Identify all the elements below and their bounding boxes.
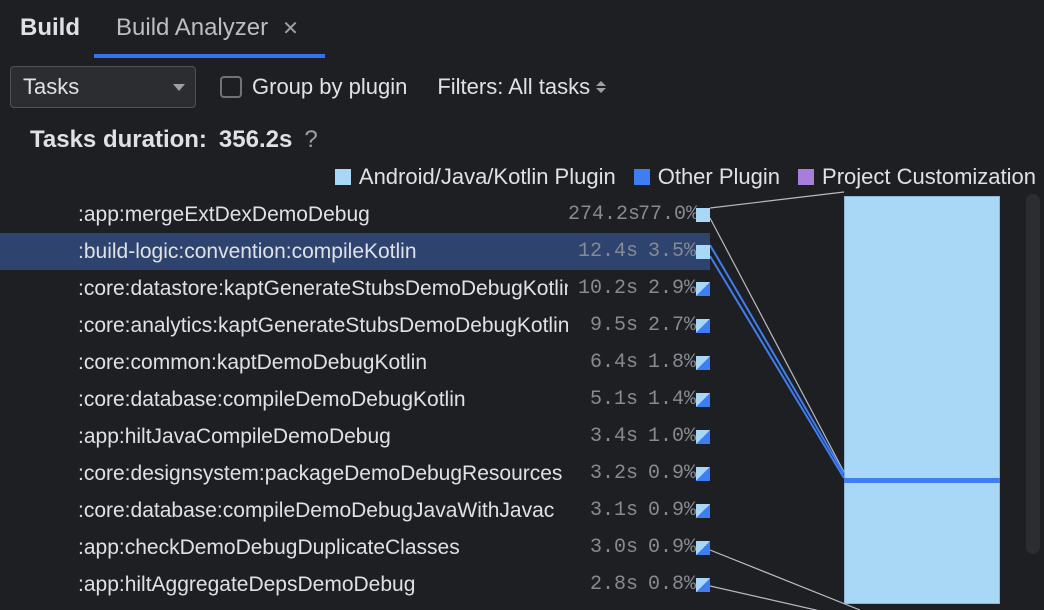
chart-bar-main xyxy=(844,196,1000,604)
task-time: 5.1s xyxy=(568,388,638,411)
task-row[interactable]: :core:designsystem:packageDemoDebugResou… xyxy=(0,455,710,492)
task-category-icon xyxy=(696,393,710,407)
filters-label: Filters: All tasks xyxy=(437,74,590,100)
task-row[interactable]: :build-logic:convention:compileKotlin12.… xyxy=(0,233,710,270)
task-time: 3.1s xyxy=(568,499,638,522)
swatch-icon xyxy=(798,169,814,185)
task-time: 10.2s xyxy=(568,277,638,300)
task-name: :core:analytics:kaptGenerateStubsDemoDeb… xyxy=(78,314,568,338)
legend: Android/Java/Kotlin Plugin Other Plugin … xyxy=(0,162,1044,196)
task-name: :core:designsystem:packageDemoDebugResou… xyxy=(78,462,568,486)
tasks-select-value: Tasks xyxy=(23,74,79,100)
tab-build-analyzer-label: Build Analyzer xyxy=(116,14,268,42)
tasks-duration-value: 356.2s xyxy=(219,126,292,154)
legend-other: Other Plugin xyxy=(634,164,780,190)
task-name: :app:checkDemoDebugDuplicateClasses xyxy=(78,536,568,560)
swatch-icon xyxy=(335,169,351,185)
tasks-duration-label: Tasks duration: xyxy=(30,126,207,154)
task-list[interactable]: :app:mergeExtDexDemoDebug274.2s77.0%:bui… xyxy=(0,196,710,607)
task-percent: 0.9% xyxy=(638,499,696,522)
task-row[interactable]: :app:hiltAggregateDepsDemoDebug2.8s0.8% xyxy=(0,566,710,603)
help-icon[interactable]: ? xyxy=(304,126,317,154)
task-category-icon xyxy=(696,356,710,370)
task-name: :app:hiltAggregateDepsDemoDebug xyxy=(78,573,568,597)
legend-project: Project Customization xyxy=(798,164,1036,190)
task-row[interactable]: :app:hiltJavaCompileDemoDebug3.4s1.0% xyxy=(0,418,710,455)
group-by-plugin-checkbox[interactable]: Group by plugin xyxy=(220,74,407,100)
task-percent: 1.0% xyxy=(638,425,696,448)
task-time: 3.0s xyxy=(568,536,638,559)
swatch-icon xyxy=(634,169,650,185)
task-category-icon xyxy=(696,541,710,555)
task-time: 9.5s xyxy=(568,314,638,337)
tab-build[interactable]: Build xyxy=(16,2,84,54)
task-category-icon xyxy=(696,504,710,518)
task-percent: 0.8% xyxy=(638,573,696,596)
task-name: :core:database:compileDemoDebugJavaWithJ… xyxy=(78,499,568,523)
task-time: 6.4s xyxy=(568,351,638,374)
task-name: :app:hiltJavaCompileDemoDebug xyxy=(78,425,568,449)
chart-area xyxy=(710,196,1044,607)
close-icon[interactable]: ✕ xyxy=(282,16,299,41)
task-name: :core:common:kaptDemoDebugKotlin xyxy=(78,351,568,375)
task-time: 12.4s xyxy=(568,240,638,263)
task-category-icon xyxy=(696,208,710,222)
task-category-icon xyxy=(696,319,710,333)
checkbox-icon xyxy=(220,76,242,98)
task-time: 274.2s xyxy=(568,203,638,226)
task-category-icon xyxy=(696,578,710,592)
task-percent: 3.5% xyxy=(638,240,696,263)
task-time: 3.2s xyxy=(568,462,638,485)
task-row[interactable]: :core:database:compileDemoDebugKotlin5.1… xyxy=(0,381,710,418)
task-percent: 2.7% xyxy=(638,314,696,337)
task-category-icon xyxy=(696,430,710,444)
task-name: :build-logic:convention:compileKotlin xyxy=(78,240,568,264)
task-name: :core:database:compileDemoDebugKotlin xyxy=(78,388,568,412)
scrollbar[interactable] xyxy=(1026,194,1040,554)
filters-dropdown[interactable]: Filters: All tasks xyxy=(437,74,606,100)
task-time: 3.4s xyxy=(568,425,638,448)
group-by-plugin-label: Group by plugin xyxy=(252,74,407,100)
legend-project-label: Project Customization xyxy=(822,164,1036,190)
legend-android: Android/Java/Kotlin Plugin xyxy=(335,164,616,190)
task-row[interactable]: :core:analytics:kaptGenerateStubsDemoDeb… xyxy=(0,307,710,344)
task-category-icon xyxy=(696,467,710,481)
tab-build-analyzer[interactable]: Build Analyzer ✕ xyxy=(112,2,303,54)
task-category-icon xyxy=(696,245,710,259)
task-percent: 2.9% xyxy=(638,277,696,300)
legend-android-label: Android/Java/Kotlin Plugin xyxy=(359,164,616,190)
task-row[interactable]: :core:datastore:kaptGenerateStubsDemoDeb… xyxy=(0,270,710,307)
chevron-down-icon xyxy=(173,84,185,91)
task-row[interactable]: :core:common:kaptDemoDebugKotlin6.4s1.8% xyxy=(0,344,710,381)
task-row[interactable]: :core:database:compileDemoDebugJavaWithJ… xyxy=(0,492,710,529)
task-name: :core:datastore:kaptGenerateStubsDemoDeb… xyxy=(78,277,568,301)
task-time: 2.8s xyxy=(568,573,638,596)
legend-other-label: Other Plugin xyxy=(658,164,780,190)
sort-icon xyxy=(596,81,606,93)
task-row[interactable]: :app:mergeExtDexDemoDebug274.2s77.0% xyxy=(0,196,710,233)
chart-bar-selected-slice xyxy=(844,478,1000,483)
tasks-select[interactable]: Tasks xyxy=(10,66,196,108)
task-percent: 1.4% xyxy=(638,388,696,411)
task-row[interactable]: :app:checkDemoDebugDuplicateClasses3.0s0… xyxy=(0,529,710,566)
task-percent: 1.8% xyxy=(638,351,696,374)
task-percent: 0.9% xyxy=(638,462,696,485)
task-percent: 0.9% xyxy=(638,536,696,559)
task-percent: 77.0% xyxy=(638,203,696,226)
task-category-icon xyxy=(696,282,710,296)
task-name: :app:mergeExtDexDemoDebug xyxy=(78,203,568,227)
